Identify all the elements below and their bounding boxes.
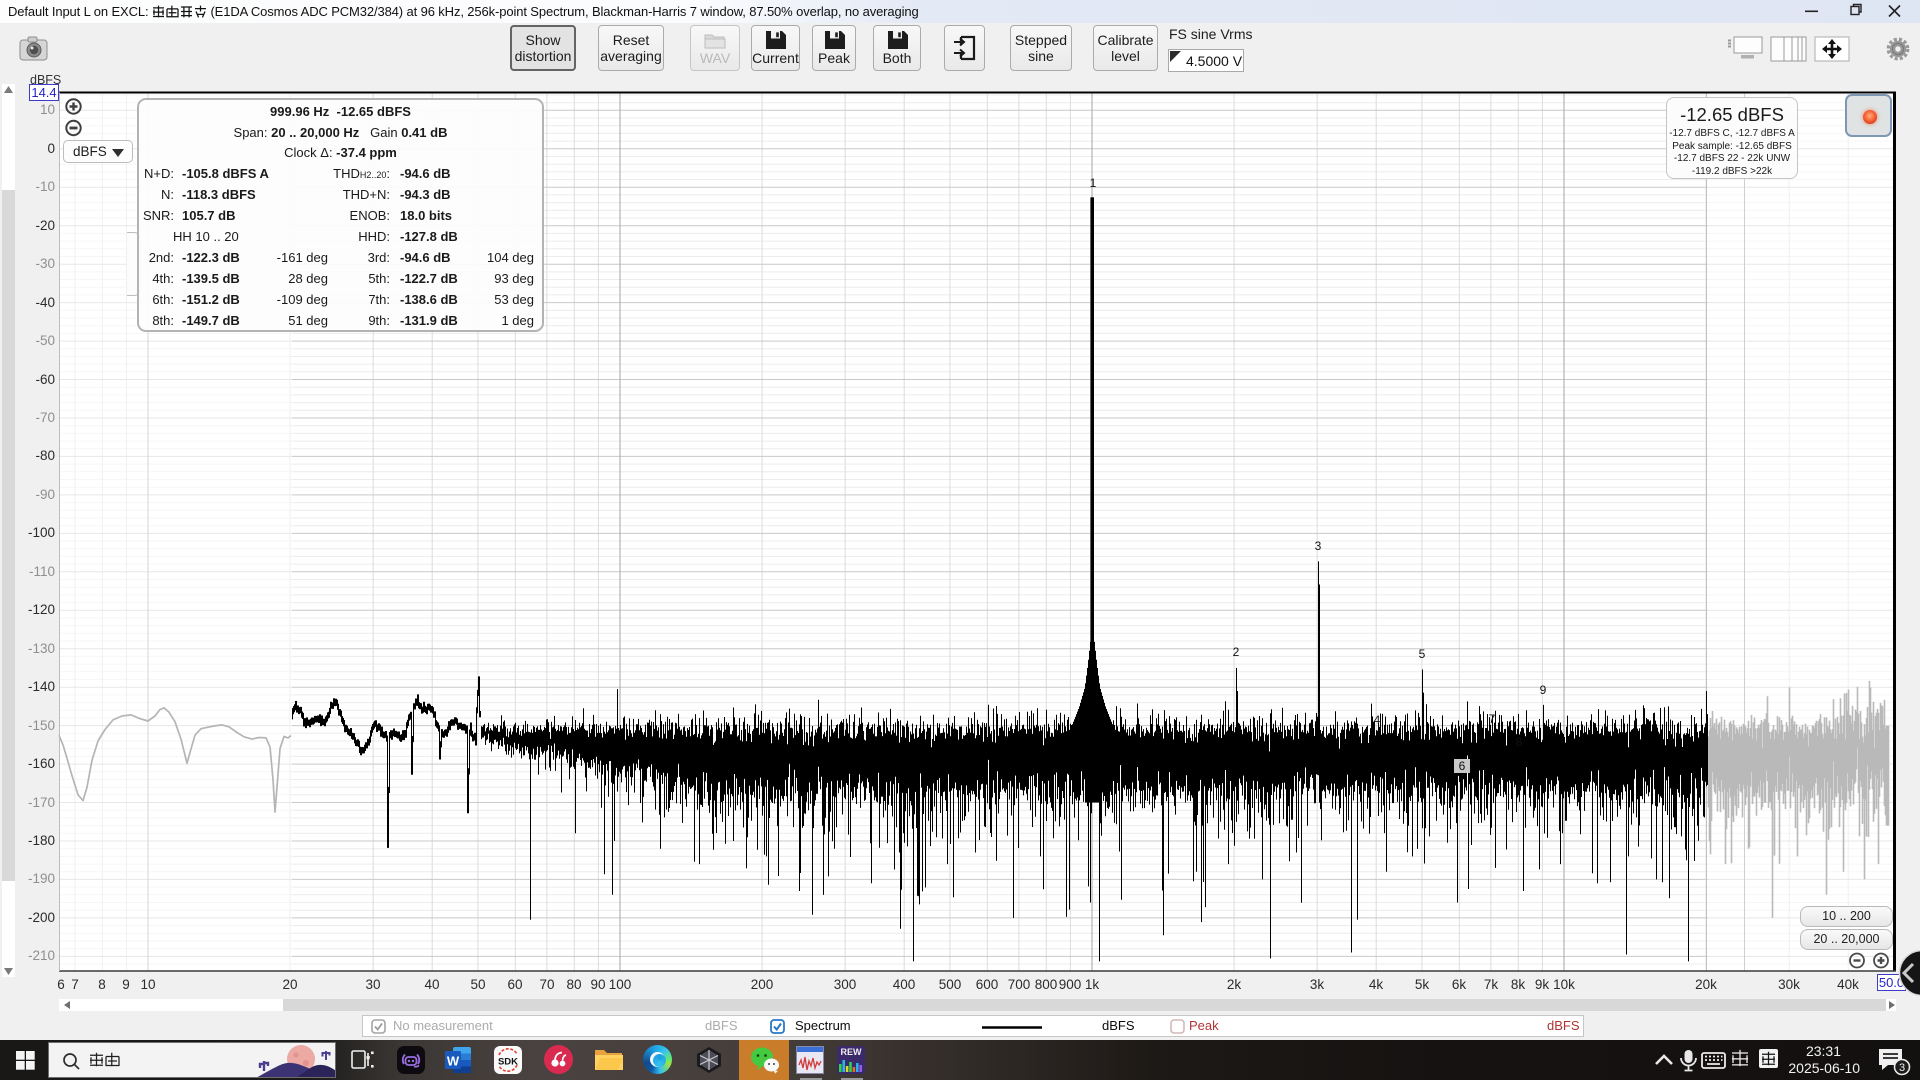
svg-text:W: W — [447, 1054, 460, 1069]
svg-text:SDK: SDK — [498, 1057, 518, 1068]
svg-text:3: 3 — [1899, 1062, 1905, 1074]
